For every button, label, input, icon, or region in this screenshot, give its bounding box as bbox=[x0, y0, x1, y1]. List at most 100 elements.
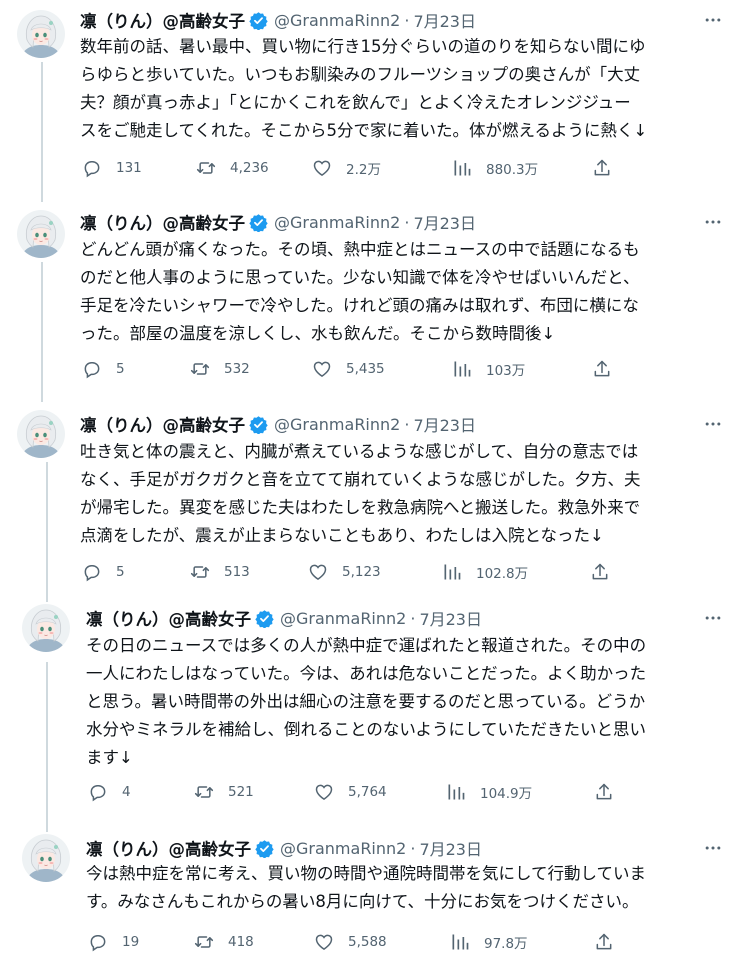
verified-badge-icon bbox=[249, 415, 268, 434]
views-icon bbox=[450, 156, 474, 180]
share-button[interactable] bbox=[592, 778, 616, 806]
reply-icon bbox=[80, 357, 104, 381]
handle[interactable]: @GranmaRinn2 bbox=[274, 11, 400, 30]
retweet-icon bbox=[192, 780, 216, 804]
views-button[interactable]: 103万 bbox=[450, 355, 525, 383]
retweet-button[interactable]: 532 bbox=[188, 355, 250, 383]
like-icon bbox=[310, 156, 334, 180]
reply-count: 4 bbox=[122, 784, 131, 800]
reply-icon bbox=[80, 156, 104, 180]
display-name[interactable]: 凛（りん）@高齢女子 bbox=[80, 412, 245, 436]
action-bar: 19 418 5,588 97.8万 bbox=[86, 928, 626, 956]
share-icon bbox=[592, 930, 616, 954]
more-icon[interactable] bbox=[701, 606, 725, 630]
retweet-button[interactable]: 4,236 bbox=[194, 154, 269, 182]
like-button[interactable]: 5,435 bbox=[310, 355, 385, 383]
like-icon bbox=[312, 780, 336, 804]
tweet[interactable]: 凛（りん）@高齢女子 @GranmaRinn2 · 7月23日 その日のニュース… bbox=[0, 600, 743, 830]
share-button[interactable] bbox=[590, 154, 614, 182]
retweet-count: 513 bbox=[224, 564, 250, 580]
separator: · bbox=[404, 414, 410, 434]
verified-badge-icon bbox=[255, 609, 274, 628]
views-button[interactable]: 102.8万 bbox=[440, 558, 528, 586]
action-bar: 4 521 5,764 104.9万 bbox=[86, 778, 626, 806]
separator: · bbox=[404, 10, 410, 30]
views-button[interactable]: 880.3万 bbox=[450, 154, 538, 182]
share-icon bbox=[590, 156, 614, 180]
views-icon bbox=[444, 780, 468, 804]
reply-button[interactable]: 131 bbox=[80, 154, 142, 182]
avatar[interactable] bbox=[22, 834, 70, 882]
display-name[interactable]: 凛（りん）@高齢女子 bbox=[80, 210, 245, 234]
views-icon bbox=[440, 560, 464, 584]
like-icon bbox=[310, 357, 334, 381]
like-count: 5,764 bbox=[348, 784, 387, 800]
like-count: 5,123 bbox=[342, 564, 381, 580]
reply-count: 19 bbox=[122, 934, 140, 950]
avatar[interactable] bbox=[22, 604, 70, 652]
reply-icon bbox=[86, 780, 110, 804]
reply-button[interactable]: 5 bbox=[80, 558, 125, 586]
action-bar: 131 4,236 2.2万 880.3万 bbox=[80, 154, 620, 182]
reply-count: 131 bbox=[116, 160, 142, 176]
retweet-button[interactable]: 513 bbox=[188, 558, 250, 586]
retweet-icon bbox=[194, 156, 218, 180]
verified-badge-icon bbox=[255, 839, 274, 858]
handle[interactable]: @GranmaRinn2 bbox=[274, 213, 400, 232]
tweet[interactable]: 凛（りん）@高齢女子 @GranmaRinn2 · 7月23日 どんどん頭が痛く… bbox=[0, 200, 743, 400]
tweet-text: 数年前の話、暑い最中、買い物に行き15分ぐらいの道のりを知らない間にゆ らゆらと… bbox=[80, 37, 648, 140]
timestamp[interactable]: 7月23日 bbox=[419, 836, 482, 860]
reply-icon bbox=[80, 560, 104, 584]
more-icon[interactable] bbox=[701, 412, 725, 436]
retweet-icon bbox=[188, 357, 212, 381]
like-count: 5,588 bbox=[348, 934, 387, 950]
retweet-button[interactable]: 418 bbox=[192, 928, 254, 956]
more-icon[interactable] bbox=[701, 210, 725, 234]
retweet-icon bbox=[192, 930, 216, 954]
more-icon[interactable] bbox=[701, 836, 725, 860]
retweet-button[interactable]: 521 bbox=[192, 778, 254, 806]
timestamp[interactable]: 7月23日 bbox=[419, 606, 482, 630]
like-count: 5,435 bbox=[346, 361, 385, 377]
reply-button[interactable]: 5 bbox=[80, 355, 125, 383]
separator: · bbox=[404, 212, 410, 232]
like-button[interactable]: 5,588 bbox=[312, 928, 387, 956]
views-button[interactable]: 97.8万 bbox=[448, 928, 528, 956]
avatar[interactable] bbox=[17, 410, 65, 458]
display-name[interactable]: 凛（りん）@高齢女子 bbox=[86, 836, 251, 860]
tweet[interactable]: 凛（りん）@高齢女子 @GranmaRinn2 · 7月23日 今は熱中症を常に… bbox=[0, 830, 743, 972]
share-icon bbox=[592, 780, 616, 804]
reply-count: 5 bbox=[116, 361, 125, 377]
share-button[interactable] bbox=[592, 928, 616, 956]
share-button[interactable] bbox=[590, 355, 614, 383]
like-icon bbox=[306, 560, 330, 584]
display-name[interactable]: 凛（りん）@高齢女子 bbox=[86, 606, 251, 630]
like-count: 2.2万 bbox=[346, 162, 381, 178]
views-count: 104.9万 bbox=[480, 786, 533, 802]
tweet[interactable]: 凛（りん）@高齢女子 @GranmaRinn2 · 7月23日 吐き気と体の震え… bbox=[0, 400, 743, 600]
handle[interactable]: @GranmaRinn2 bbox=[280, 839, 406, 858]
like-button[interactable]: 5,123 bbox=[306, 558, 381, 586]
share-button[interactable] bbox=[588, 558, 612, 586]
retweet-count: 532 bbox=[224, 361, 250, 377]
timestamp[interactable]: 7月23日 bbox=[413, 412, 476, 436]
avatar[interactable] bbox=[17, 10, 65, 58]
reply-count: 5 bbox=[116, 564, 125, 580]
views-button[interactable]: 104.9万 bbox=[444, 778, 532, 806]
more-icon[interactable] bbox=[701, 8, 725, 32]
views-icon bbox=[448, 930, 472, 954]
handle[interactable]: @GranmaRinn2 bbox=[280, 609, 406, 628]
reply-button[interactable]: 4 bbox=[86, 778, 131, 806]
tweet[interactable]: 凛（りん）@高齢女子 @GranmaRinn2 · 7月23日 数年前の話、暑い… bbox=[0, 0, 743, 200]
timestamp[interactable]: 7月23日 bbox=[413, 8, 476, 32]
display-name[interactable]: 凛（りん）@高齢女子 bbox=[80, 8, 245, 32]
timestamp[interactable]: 7月23日 bbox=[413, 210, 476, 234]
reply-button[interactable]: 19 bbox=[86, 928, 139, 956]
tweet-text: 吐き気と体の震えと、内臓が煮えているような感じがして、自分の意志では なく、手足… bbox=[80, 442, 641, 545]
like-button[interactable]: 5,764 bbox=[312, 778, 387, 806]
like-icon bbox=[312, 930, 336, 954]
like-button[interactable]: 2.2万 bbox=[310, 154, 381, 182]
handle[interactable]: @GranmaRinn2 bbox=[274, 415, 400, 434]
retweet-count: 521 bbox=[228, 784, 254, 800]
avatar[interactable] bbox=[17, 210, 65, 258]
